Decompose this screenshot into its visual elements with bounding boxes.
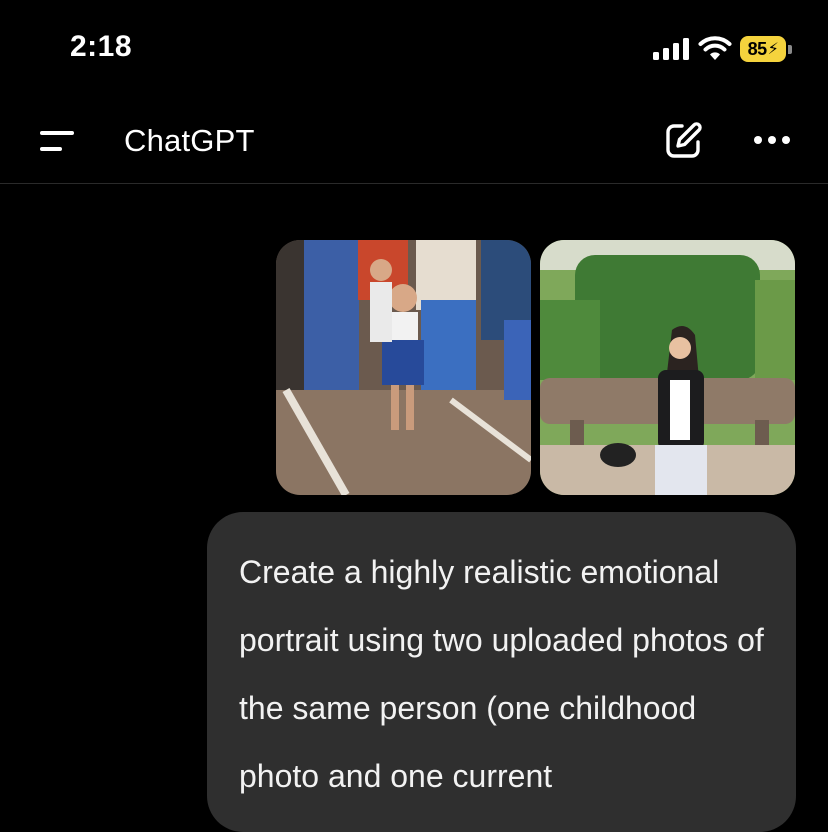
status-time: 2:18 [70,30,133,63]
childhood-photo-image [276,240,531,495]
attachment-current-photo[interactable] [540,240,795,495]
attachment-childhood-photo[interactable] [276,240,531,495]
app-header: ChatGPT [0,98,828,184]
battery-percent: 85 [747,38,768,59]
app-title: ChatGPT [124,123,255,158]
new-chat-icon[interactable] [664,120,704,160]
battery-cap [788,45,792,54]
status-bar: 2:18 85 ⚡ [0,0,828,98]
battery-charging-icon: 85 ⚡ [740,36,794,62]
user-message-bubble: Create a highly realistic emotional port… [207,512,796,832]
more-icon[interactable] [752,126,792,154]
user-message-text: Create a highly realistic emotional port… [239,554,764,794]
menu-icon[interactable] [38,128,78,154]
battery-level: 85 ⚡ [740,36,786,62]
signal-icon [653,38,689,60]
wifi-icon [698,36,732,60]
current-photo-image [540,240,795,495]
